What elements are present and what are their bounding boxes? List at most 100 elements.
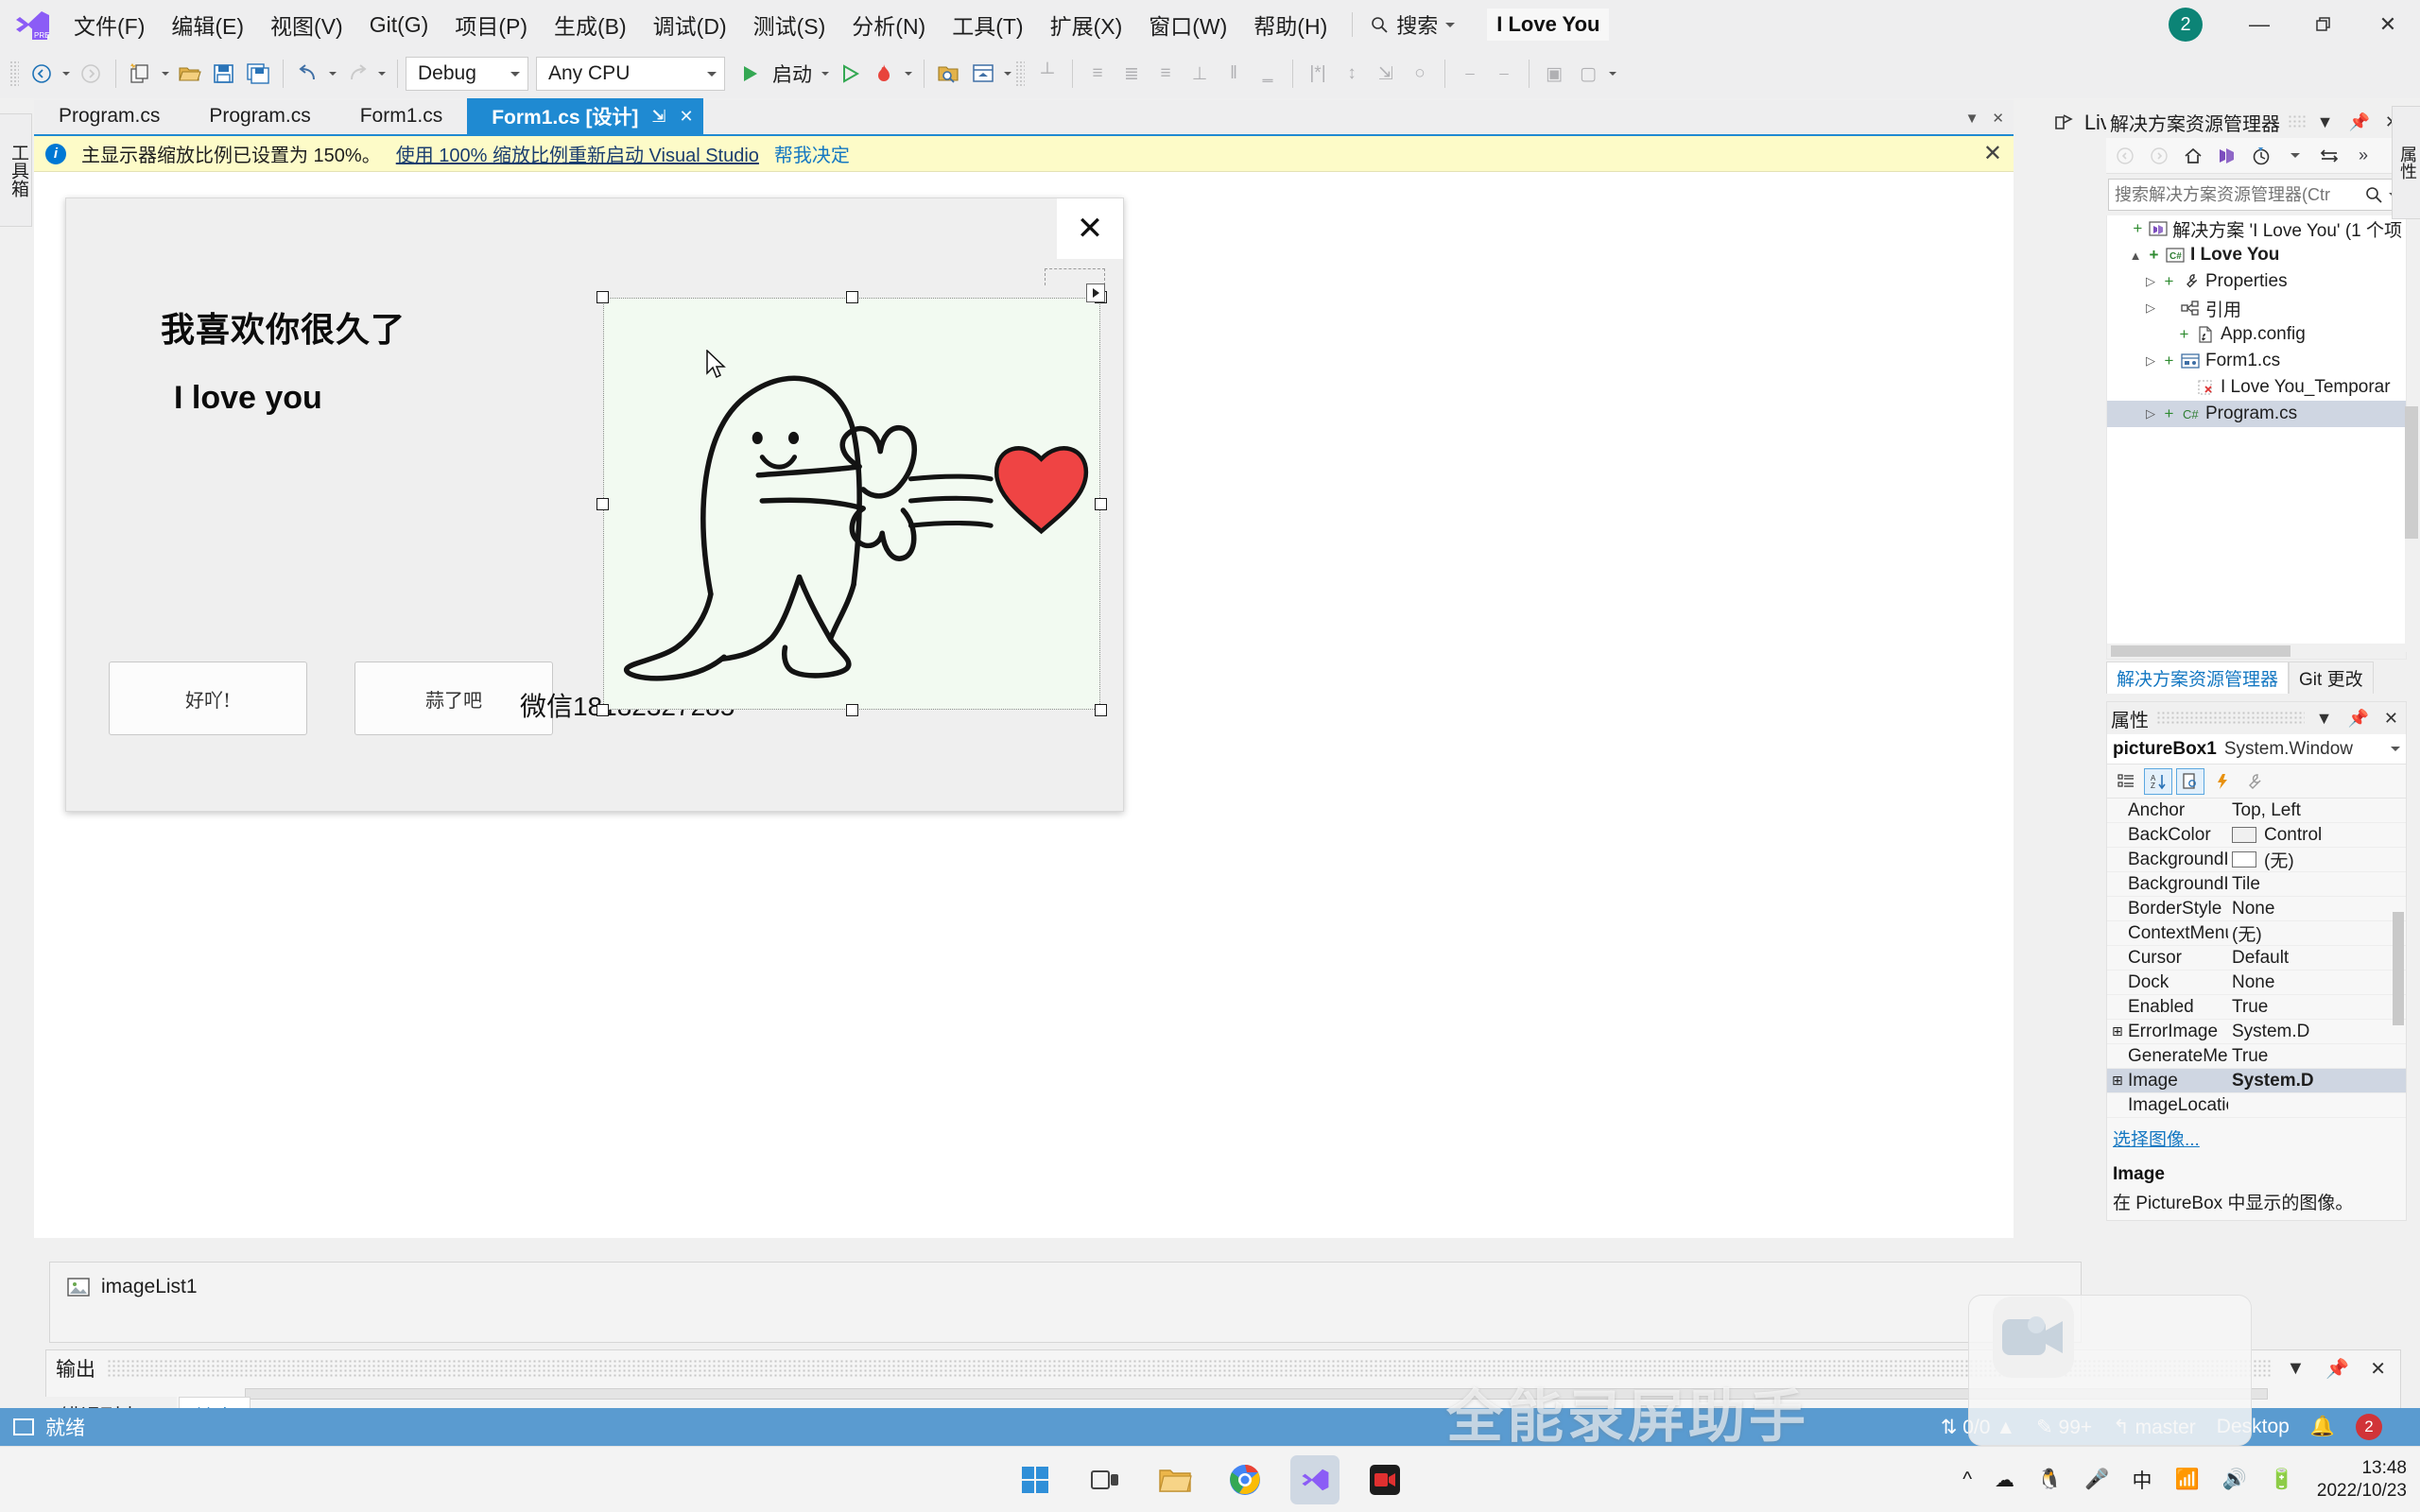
search-box[interactable]: 搜索 xyxy=(1364,9,1461,40)
pin-icon[interactable]: ⇲ xyxy=(651,107,666,127)
align-top-edges-button[interactable]: ⊥ xyxy=(1183,57,1217,91)
expander-icon[interactable]: ▷ xyxy=(2143,353,2158,369)
panel-drag-handle[interactable] xyxy=(2288,114,2306,129)
menu-item-5[interactable]: 生成(B) xyxy=(541,0,640,49)
property-value-cell[interactable]: Default xyxy=(2228,948,2406,969)
live-preview-button[interactable] xyxy=(966,57,1000,91)
panel-pin-button[interactable]: 📌 xyxy=(2344,112,2373,132)
close-icon[interactable]: ✕ xyxy=(680,107,694,127)
property-value-cell[interactable]: None xyxy=(2228,972,2406,993)
property-value-cell[interactable]: (无) xyxy=(2228,920,2406,946)
properties-vertical-tab[interactable]: 属性 xyxy=(2392,106,2420,219)
notification-count-badge[interactable]: 2 xyxy=(2356,1414,2382,1440)
solution-tree-node[interactable]: ▷ 引用 xyxy=(2107,295,2406,321)
navigate-forward-button[interactable] xyxy=(74,57,108,91)
se-overflow-button[interactable]: » xyxy=(2348,141,2378,171)
vertical-spacing-button[interactable]: ⎯ xyxy=(1487,57,1521,91)
navigate-back-button[interactable] xyxy=(25,57,59,91)
solution-tree-node[interactable]: + 解决方案 'I Love You' (1 个项 xyxy=(2107,215,2406,242)
solution-tree-node[interactable]: ▲ + C# I Love You xyxy=(2107,242,2406,268)
zoom-button[interactable]: ○ xyxy=(1403,57,1437,91)
picturebox-selection[interactable] xyxy=(596,268,1107,716)
properties-pin-button[interactable]: 📌 xyxy=(2343,709,2372,729)
menu-item-12[interactable]: 帮助(H) xyxy=(1240,0,1340,49)
chrome-button[interactable] xyxy=(1220,1455,1270,1504)
property-row[interactable]: Cursor Default xyxy=(2107,946,2406,971)
se-sync-button[interactable] xyxy=(2314,141,2344,171)
undo-button[interactable] xyxy=(291,57,325,91)
se-solution-view-button[interactable] xyxy=(2212,141,2242,171)
restart-at-100-link[interactable]: 使用 100% 缩放比例重新启动 Visual Studio xyxy=(396,140,759,167)
new-project-button[interactable] xyxy=(124,57,158,91)
solution-tree[interactable]: + 解决方案 'I Love You' (1 个项 ▲ + C# I Love You ▷ +… xyxy=(2106,215,2407,660)
se-forward-button[interactable] xyxy=(2144,141,2174,171)
properties-scrollbar-thumb[interactable] xyxy=(2393,912,2404,1025)
property-value-cell[interactable]: True xyxy=(2228,1046,2406,1067)
solution-tree-node[interactable]: ▷ + Form1.cs xyxy=(2107,348,2406,374)
se-pending-changes-button[interactable] xyxy=(2246,141,2276,171)
resize-handle-n[interactable] xyxy=(846,291,858,303)
battery-icon[interactable]: 🔋 xyxy=(2270,1469,2294,1491)
size-to-grid-button[interactable]: ⇲ xyxy=(1369,57,1403,91)
close-infobar-button[interactable]: ✕ xyxy=(1983,140,2002,167)
property-value-cell[interactable]: System.D xyxy=(2228,1071,2406,1091)
align-centers-button[interactable]: ≣ xyxy=(1115,57,1149,91)
menu-item-7[interactable]: 测试(S) xyxy=(740,0,839,49)
resize-handle-se[interactable] xyxy=(1095,704,1107,716)
resize-handle-e[interactable] xyxy=(1095,498,1107,510)
hot-reload-button[interactable] xyxy=(867,57,901,91)
preview-dropdown[interactable] xyxy=(1000,57,1015,91)
color-swatch[interactable] xyxy=(2232,827,2256,843)
toolbox-vertical-tab[interactable]: 工具箱 xyxy=(0,113,32,227)
form-designer-surface[interactable]: ✕ 我喜欢你很久了 I love you 好吖! 蒜了吧 微信181823272… xyxy=(34,172,2014,1238)
menu-item-2[interactable]: 视图(V) xyxy=(257,0,356,49)
platform-combobox[interactable]: Any CPU xyxy=(536,57,725,91)
menu-item-1[interactable]: 编辑(E) xyxy=(158,0,257,49)
property-value-cell[interactable]: System.D xyxy=(2228,1022,2406,1042)
solution-tree-hscrollbar[interactable] xyxy=(2107,644,2406,659)
make-same-width-button[interactable]: |*| xyxy=(1301,57,1335,91)
qq-icon[interactable]: 🐧 xyxy=(2037,1469,2062,1491)
se-dropdown-button[interactable] xyxy=(2280,141,2310,171)
search-input[interactable] xyxy=(2115,184,2364,205)
volume-icon[interactable]: 🔊 xyxy=(2222,1469,2247,1491)
menu-item-0[interactable]: 文件(F) xyxy=(60,0,158,49)
property-row[interactable]: BackgroundI (无) xyxy=(2107,848,2406,872)
choose-image-link[interactable]: 选择图像... xyxy=(2107,1118,2406,1159)
output-drag-handle[interactable] xyxy=(107,1359,2271,1378)
color-swatch[interactable] xyxy=(2232,851,2256,868)
document-tab-3[interactable]: Form1.cs [设计] ⇲ ✕ xyxy=(467,98,703,134)
resize-handle-w[interactable] xyxy=(596,498,609,510)
redo-button[interactable] xyxy=(340,57,374,91)
expander-icon[interactable]: ▷ xyxy=(2143,301,2158,316)
layout-toolbar-grip[interactable] xyxy=(1015,60,1025,87)
property-row[interactable]: ⊞ Image System.D xyxy=(2107,1069,2406,1093)
property-value-cell[interactable]: (无) xyxy=(2228,847,2406,872)
property-expander-icon[interactable]: ⊞ xyxy=(2112,1073,2123,1089)
properties-dropdown-button[interactable]: ▼ xyxy=(2312,709,2337,729)
toolbar-grip[interactable] xyxy=(9,60,19,87)
menu-item-8[interactable]: 分析(N) xyxy=(838,0,939,49)
tray-item-imagelist[interactable]: imageList1 xyxy=(67,1276,198,1298)
align-middles-button[interactable]: ‖ xyxy=(1217,57,1251,91)
start-without-debug-button[interactable] xyxy=(833,57,867,91)
hot-reload-dropdown[interactable] xyxy=(901,57,916,91)
new-project-dropdown[interactable] xyxy=(158,57,173,91)
horizontal-spacing-button[interactable]: ⎯ xyxy=(1453,57,1487,91)
menu-item-11[interactable]: 窗口(W) xyxy=(1135,0,1240,49)
redo-dropdown[interactable] xyxy=(374,57,389,91)
tab-list-dropdown[interactable]: ▼ xyxy=(1965,111,1979,127)
button-accept[interactable]: 好吖! xyxy=(109,662,307,735)
alphabetical-view-button[interactable]: A Z xyxy=(2144,767,2172,795)
property-row[interactable]: Enabled True xyxy=(2107,995,2406,1020)
microphone-icon[interactable]: 🎤 xyxy=(2084,1469,2109,1491)
property-value-cell[interactable]: True xyxy=(2228,997,2406,1018)
account-badge[interactable]: 2 xyxy=(2169,8,2203,42)
chevron-down-icon[interactable] xyxy=(2391,747,2400,751)
document-tab-0[interactable]: Program.cs xyxy=(34,98,184,134)
task-view-button[interactable] xyxy=(1080,1455,1130,1504)
tab-close-button[interactable]: ✕ xyxy=(1992,110,2004,127)
output-horizontal-scrollbar[interactable] xyxy=(245,1388,2268,1400)
scrollbar-thumb[interactable] xyxy=(2111,645,2290,657)
undo-dropdown[interactable] xyxy=(325,57,340,91)
